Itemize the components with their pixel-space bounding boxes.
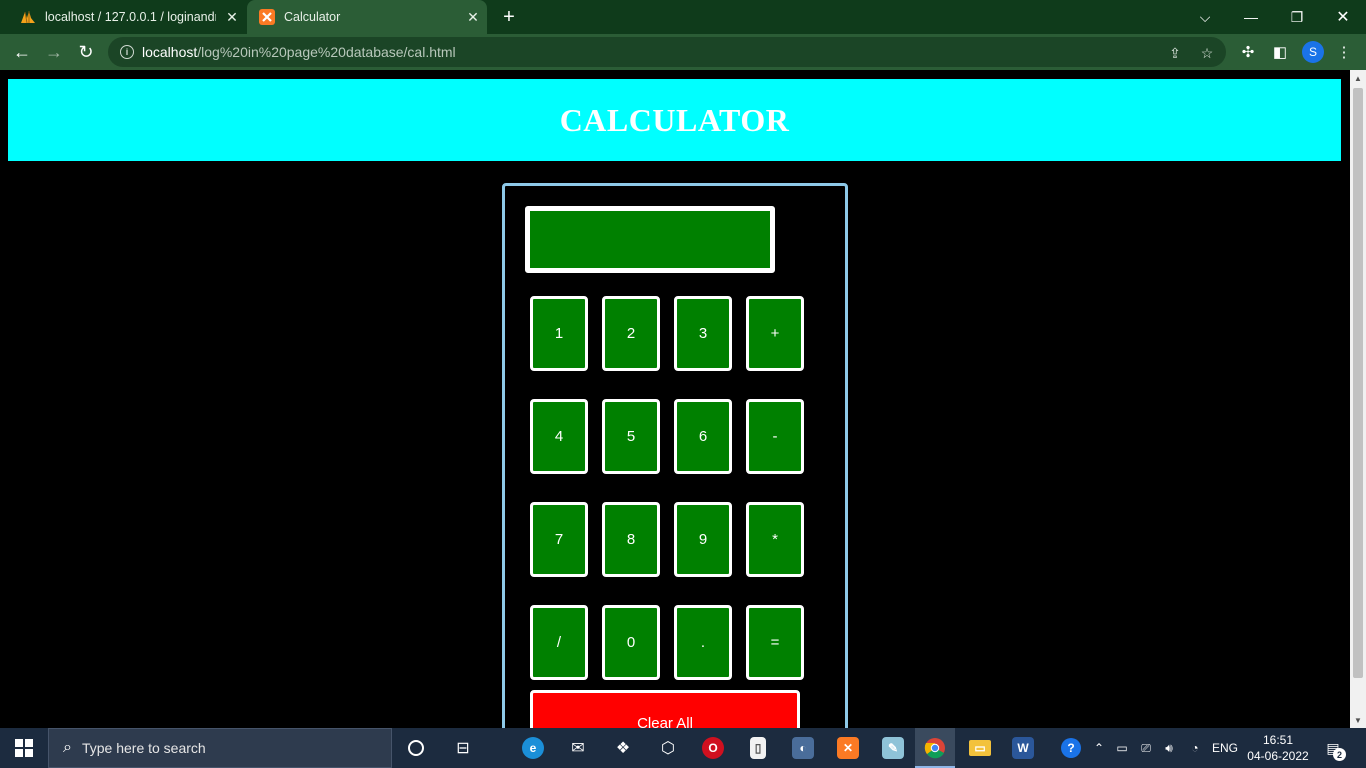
page-viewport: CALCULATOR 1 2 3 +4 5 6- 7 8 9 * /0. = Clear All xyxy=(0,70,1350,728)
key-1-button[interactable]: 1 xyxy=(530,296,588,371)
vertical-scrollbar[interactable]: ▲ ▼ xyxy=(1350,70,1366,728)
dropbox-icon[interactable]: ❖ xyxy=(603,728,643,768)
search-icon: ⌕ xyxy=(63,739,72,756)
address-bar[interactable]: i localhost/log%20in%20page%20database/c… xyxy=(108,37,1226,67)
key-4-button[interactable]: 4 xyxy=(530,399,588,474)
file-explorer-icon[interactable]: ▭ xyxy=(960,728,1000,768)
back-arrow-icon[interactable]: ← xyxy=(8,38,36,66)
key-minus-button[interactable]: - xyxy=(746,399,804,474)
calculator-panel: 1 2 3 +4 5 6- 7 8 9 * /0. = Clear All xyxy=(502,183,848,728)
media-app-icon[interactable]: ◐ xyxy=(783,728,823,768)
reload-icon[interactable]: ↻ xyxy=(72,38,100,66)
cortana-icon[interactable] xyxy=(396,728,436,768)
profile-avatar[interactable]: S xyxy=(1302,41,1324,63)
app-hexagon-icon[interactable]: ⬡ xyxy=(648,728,688,768)
bookmark-star-icon[interactable]: ☆ xyxy=(1198,44,1216,62)
new-tab-button[interactable]: + xyxy=(498,6,520,28)
scroll-down-arrow-icon[interactable]: ▼ xyxy=(1350,712,1366,728)
key-plus-button[interactable]: + xyxy=(746,296,804,371)
battery-icon[interactable]: ▭ xyxy=(1112,728,1132,768)
start-button[interactable] xyxy=(0,728,48,768)
page-header: CALCULATOR xyxy=(8,79,1341,161)
mail-icon[interactable]: ✉ xyxy=(558,728,598,768)
tab-phpmyadmin[interactable]: localhost / 127.0.0.1 / loginandre ✕ xyxy=(8,0,246,34)
meet-now-icon[interactable]: ⎚ xyxy=(1136,728,1156,768)
url-path: /log%20in%20page%20database/cal.html xyxy=(197,44,456,60)
notification-center-icon[interactable]: ▤ 2 xyxy=(1322,737,1346,761)
wifi-icon[interactable]: ◔ xyxy=(1184,728,1206,768)
clock-time: 16:51 xyxy=(1262,733,1294,747)
forward-arrow-icon[interactable]: → xyxy=(40,38,68,66)
key-5-button[interactable]: 5 xyxy=(602,399,660,474)
key-6-button[interactable]: 6 xyxy=(674,399,732,474)
show-hidden-icons-chevron-icon[interactable]: ⌃ xyxy=(1090,728,1108,768)
side-panel-icon[interactable]: ◧ xyxy=(1270,42,1290,62)
notepad-app-icon[interactable]: ✎ xyxy=(873,728,913,768)
taskbar-search-box[interactable]: ⌕ Type here to search xyxy=(48,728,392,768)
key-2-button[interactable]: 2 xyxy=(602,296,660,371)
calculator-display[interactable] xyxy=(525,206,775,273)
notification-count-badge: 2 xyxy=(1333,748,1346,761)
scroll-up-arrow-icon[interactable]: ▲ xyxy=(1350,70,1366,86)
help-icon[interactable]: ? xyxy=(1056,728,1086,768)
key-0-button[interactable]: 0 xyxy=(602,605,660,680)
volume-icon[interactable]: 🔊︎ xyxy=(1158,728,1180,768)
browser-toolbar: ← → ↻ i localhost/log%20in%20page%20data… xyxy=(0,34,1366,70)
xampp-icon xyxy=(259,9,275,25)
clock-date: 04-06-2022 xyxy=(1247,749,1309,763)
menu-kebab-icon[interactable]: ⋮ xyxy=(1334,42,1354,62)
opera-icon[interactable]: O xyxy=(693,728,733,768)
minimize-button[interactable]: — xyxy=(1228,0,1274,34)
task-view-icon[interactable]: ⊟ xyxy=(443,728,483,768)
key-3-button[interactable]: 3 xyxy=(674,296,732,371)
phpmyadmin-icon xyxy=(20,9,36,25)
key-divide-button[interactable]: / xyxy=(530,605,588,680)
search-placeholder: Type here to search xyxy=(81,740,206,756)
key-8-button[interactable]: 8 xyxy=(602,502,660,577)
key-9-button[interactable]: 9 xyxy=(674,502,732,577)
share-icon[interactable]: ⇪ xyxy=(1166,44,1184,62)
key-7-button[interactable]: 7 xyxy=(530,502,588,577)
tab-title: Calculator xyxy=(284,10,341,24)
extensions-puzzle-icon[interactable]: ✣ xyxy=(1238,42,1258,62)
browser-tab-strip: localhost / 127.0.0.1 / loginandre ✕ Cal… xyxy=(0,0,1366,34)
key-decimal-button[interactable]: . xyxy=(674,605,732,680)
document-file-icon[interactable]: ▯ xyxy=(738,728,778,768)
close-tab-icon[interactable]: ✕ xyxy=(222,7,242,27)
close-tab-icon[interactable]: ✕ xyxy=(463,7,483,27)
windows-taskbar: ⌕ Type here to search ⊟ e ✉ ❖ ⬡ O ▯ ◐ ✕ … xyxy=(0,728,1366,768)
tab-search-chevron-icon[interactable]: ⌵ xyxy=(1182,0,1228,34)
scrollbar-thumb[interactable] xyxy=(1353,88,1363,678)
edge-browser-icon[interactable]: e xyxy=(513,728,553,768)
tab-calculator[interactable]: Calculator ✕ xyxy=(247,0,487,34)
windows-logo-icon xyxy=(15,739,33,757)
tab-title: localhost / 127.0.0.1 / loginandre xyxy=(45,10,216,24)
taskbar-clock[interactable]: 16:51 04-06-2022 xyxy=(1246,732,1310,764)
url-host: localhost xyxy=(142,44,198,60)
restore-button[interactable]: ❐ xyxy=(1274,0,1320,34)
key-equals-button[interactable]: = xyxy=(746,605,804,680)
chrome-icon[interactable] xyxy=(915,728,955,768)
close-window-button[interactable]: ✕ xyxy=(1320,0,1366,34)
xampp-taskbar-icon[interactable]: ✕ xyxy=(828,728,868,768)
clear-all-button[interactable]: Clear All xyxy=(530,690,800,728)
word-icon[interactable]: W xyxy=(1003,728,1043,768)
page-title: CALCULATOR xyxy=(559,101,790,138)
site-info-icon[interactable]: i xyxy=(120,45,134,59)
key-multiply-button[interactable]: * xyxy=(746,502,804,577)
language-indicator[interactable]: ENG xyxy=(1208,728,1242,768)
